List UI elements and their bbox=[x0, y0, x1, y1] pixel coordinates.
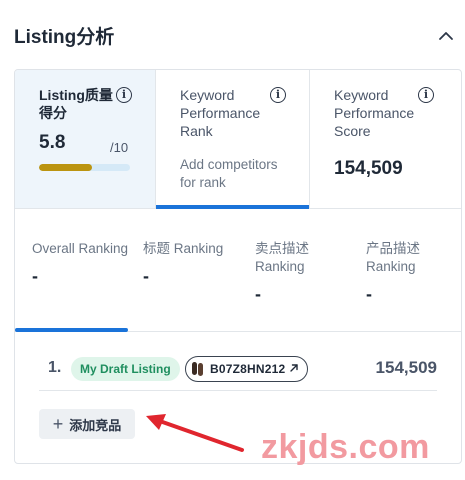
tab-keyword-performance-score[interactable]: Keyword Performance Score i 154,509 bbox=[310, 70, 461, 208]
external-link-icon[interactable] bbox=[289, 362, 299, 376]
tab-title-ranking[interactable]: 标题 Ranking - bbox=[143, 240, 243, 287]
tab-keyword-performance-rank[interactable]: Keyword Performance Rank i Add competito… bbox=[155, 70, 310, 209]
plus-icon: + bbox=[52, 414, 64, 434]
listing-score-value: 5.8 bbox=[39, 132, 66, 153]
draft-listing-badge: My Draft Listing bbox=[71, 357, 180, 381]
add-competitor-button[interactable]: + 添加竞品 bbox=[39, 409, 135, 439]
metrics-tabs: Listing质量得分 i 5.8 /10 Keyword Performanc… bbox=[15, 70, 461, 209]
product-thumbnail bbox=[190, 360, 206, 378]
ranking-label: 标题 Ranking bbox=[143, 241, 224, 256]
tab-description-ranking[interactable]: 产品描述 Ranking - bbox=[366, 240, 461, 305]
annotation-arrow-icon bbox=[146, 414, 244, 452]
ranking-value: - bbox=[255, 284, 261, 304]
chevron-up-icon[interactable] bbox=[436, 26, 456, 46]
keyword-score-value: 154,509 bbox=[334, 158, 403, 179]
asin-text: B07Z8HN212 bbox=[210, 362, 286, 376]
listing-index: 1. bbox=[48, 359, 62, 376]
ranking-tabs: Overall Ranking - 标题 Ranking - 卖点描述 Rank… bbox=[15, 210, 461, 332]
section-header: Listing分析 bbox=[0, 0, 465, 68]
ranking-value: - bbox=[143, 266, 149, 286]
listing-score: 154,509 bbox=[375, 358, 437, 377]
ranking-label: 产品描述 Ranking bbox=[366, 241, 420, 274]
listing-row: 1. My Draft Listing B07Z8HN212 154,509 bbox=[39, 353, 437, 391]
score-progress-fill bbox=[39, 164, 92, 171]
tab-overall-ranking[interactable]: Overall Ranking - bbox=[32, 240, 132, 287]
info-icon[interactable]: i bbox=[270, 87, 286, 103]
tab-bullet-ranking[interactable]: 卖点描述 Ranking - bbox=[255, 240, 355, 305]
tab-listing-score[interactable]: Listing质量得分 i 5.8 /10 bbox=[15, 70, 155, 208]
keyword-rank-label: Keyword Performance Rank bbox=[180, 87, 261, 139]
ranking-value: - bbox=[366, 284, 372, 304]
listing-score-max: /10 bbox=[110, 140, 129, 155]
info-icon[interactable]: i bbox=[116, 87, 132, 103]
info-icon[interactable]: i bbox=[418, 87, 434, 103]
listing-score-label: Listing质量得分 bbox=[39, 87, 113, 121]
section-title: Listing分析 bbox=[14, 27, 115, 48]
add-competitor-label: 添加竞品 bbox=[69, 417, 122, 433]
active-tab-indicator bbox=[15, 328, 128, 332]
score-progress-bar bbox=[39, 164, 130, 171]
ranking-label: Overall Ranking bbox=[32, 241, 129, 256]
ranking-label: 卖点描述 Ranking bbox=[255, 241, 309, 274]
asin-chip[interactable]: B07Z8HN212 bbox=[185, 356, 309, 382]
add-competitors-link[interactable]: Add competitors for rank bbox=[180, 156, 290, 192]
ranking-value: - bbox=[32, 266, 38, 286]
watermark: zkjds.com bbox=[261, 428, 430, 466]
